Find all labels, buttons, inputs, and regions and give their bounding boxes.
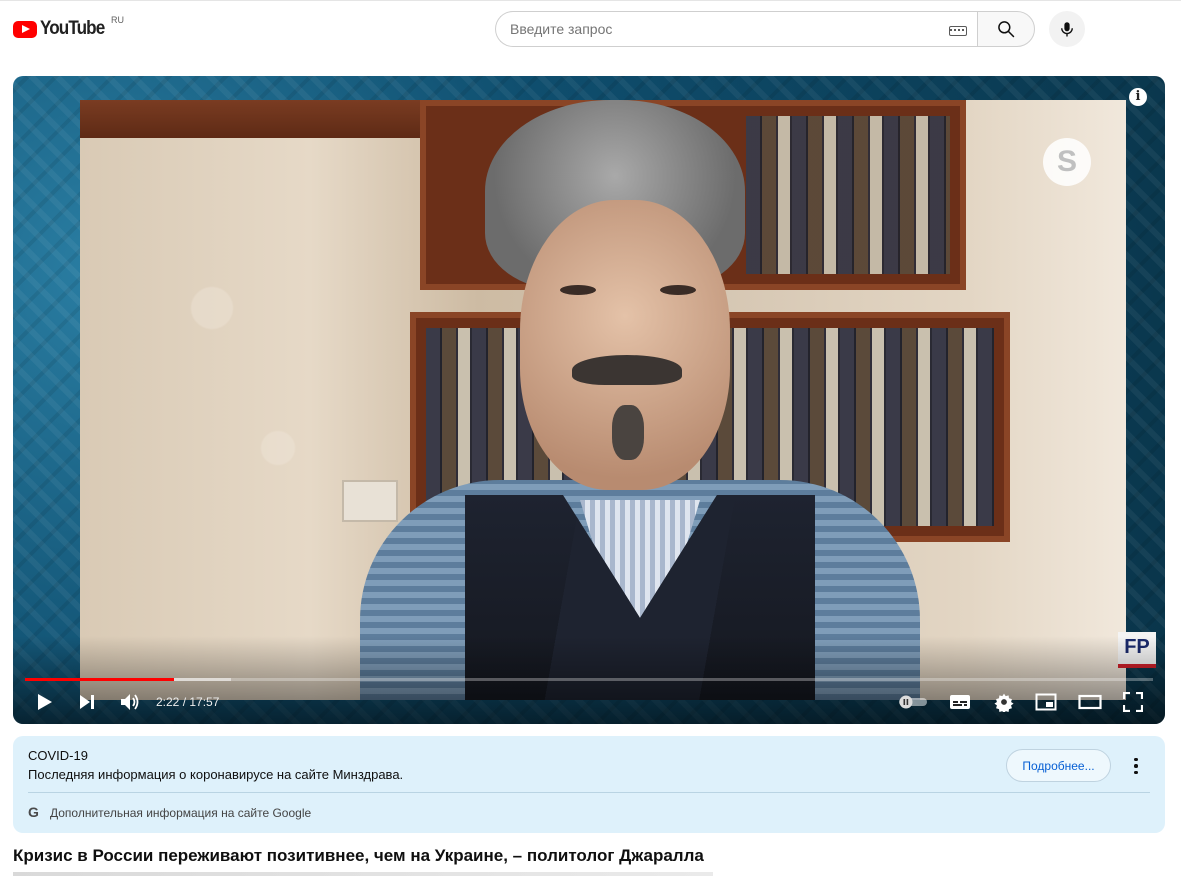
miniplayer-button[interactable] xyxy=(1033,688,1059,716)
miniplayer-icon xyxy=(1035,693,1057,711)
covid-source-text: Дополнительная информация на сайте Googl… xyxy=(50,806,312,820)
video-frame xyxy=(80,100,1126,700)
logo-text: YouTube xyxy=(40,18,105,39)
info-icon[interactable]: i xyxy=(1129,88,1147,106)
search-icon xyxy=(998,21,1015,38)
covid-info-panel: COVID-19 Последняя информация о коронави… xyxy=(13,736,1165,833)
skype-icon: S xyxy=(1043,138,1091,186)
autoplay-toggle-icon xyxy=(899,695,927,709)
settings-button[interactable] xyxy=(991,688,1017,716)
more-info-button[interactable]: Подробнее... xyxy=(1006,749,1111,782)
video-player[interactable]: S FP i 2:22 / 17:57 xyxy=(13,76,1165,724)
top-border xyxy=(0,0,1181,4)
more-options-icon[interactable] xyxy=(1126,754,1146,778)
covid-title: COVID-19 xyxy=(28,748,88,763)
theater-mode-button[interactable] xyxy=(1076,688,1104,716)
fullscreen-icon xyxy=(1123,692,1143,712)
channel-row-placeholder xyxy=(13,872,713,876)
speaker-eye xyxy=(660,285,696,295)
next-button[interactable] xyxy=(75,688,99,716)
next-icon xyxy=(80,695,94,709)
voice-search-button[interactable] xyxy=(1049,11,1085,47)
progress-bar[interactable] xyxy=(25,678,1153,681)
search-input[interactable] xyxy=(510,21,930,37)
speaker xyxy=(280,100,1080,700)
volume-icon xyxy=(121,694,139,710)
fullscreen-button[interactable] xyxy=(1120,688,1146,716)
microphone-icon xyxy=(1061,22,1073,37)
theater-mode-icon xyxy=(1078,694,1102,710)
speaker-mustache xyxy=(572,355,682,385)
search-box[interactable] xyxy=(495,11,977,47)
covid-description[interactable]: Последняя информация о коронавирусе на с… xyxy=(28,767,403,782)
play-button[interactable] xyxy=(33,688,57,716)
youtube-play-icon xyxy=(13,20,37,38)
speaker-eye xyxy=(560,285,596,295)
progress-played xyxy=(25,678,174,681)
subtitles-button[interactable] xyxy=(947,688,973,716)
search-bar xyxy=(495,11,1035,47)
play-icon xyxy=(38,694,52,710)
subtitles-icon xyxy=(950,695,970,709)
autoplay-toggle[interactable] xyxy=(897,688,929,716)
search-button[interactable] xyxy=(977,11,1035,47)
speaker-goatee xyxy=(612,405,644,460)
time-display: 2:22 / 17:57 xyxy=(156,695,220,709)
gear-icon xyxy=(994,693,1014,712)
google-icon: G xyxy=(28,804,39,820)
divider xyxy=(28,792,1150,793)
keyboard-icon[interactable] xyxy=(949,26,967,36)
region-code: RU xyxy=(111,15,124,25)
volume-button[interactable] xyxy=(117,688,143,716)
video-title: Кризис в России переживают позитивнее, ч… xyxy=(13,846,704,865)
youtube-logo[interactable]: YouTube RU xyxy=(13,15,124,40)
